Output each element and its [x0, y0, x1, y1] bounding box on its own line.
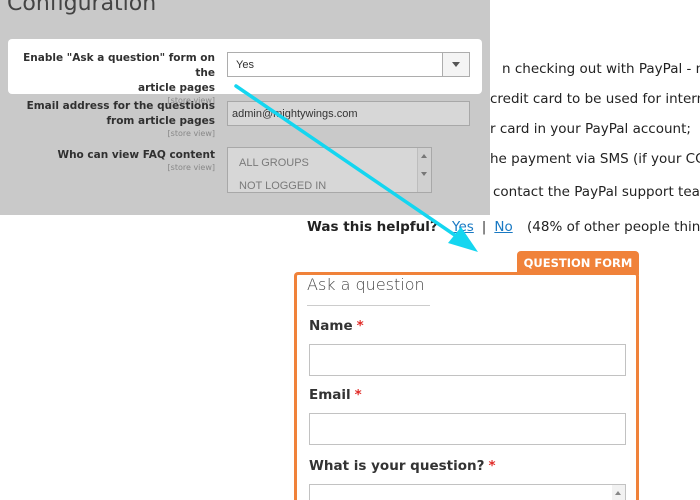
email-field-label: Email * — [309, 387, 362, 403]
scroll-up-icon[interactable] — [421, 154, 427, 158]
article-text-line: he payment via SMS (if your CC re — [490, 151, 700, 167]
heading-divider — [307, 305, 430, 306]
multiselect-option[interactable]: ALL GROUPS — [239, 157, 309, 169]
multiselect-option[interactable]: NOT LOGGED IN — [239, 180, 326, 192]
question-email-label: Email address for the questions from art… — [14, 99, 215, 138]
article-text-line: contact the PayPal support team — [493, 184, 700, 200]
email-field[interactable] — [309, 413, 626, 445]
scroll-up-icon[interactable] — [615, 491, 621, 495]
required-mark: * — [354, 387, 362, 403]
name-field[interactable] — [309, 344, 626, 376]
question-email-input[interactable]: admin@mightywings.com — [227, 101, 470, 126]
helpful-stat: (48% of other people think it — [527, 219, 700, 235]
config-title: Configuration — [7, 0, 157, 16]
name-field-label: Name * — [309, 318, 364, 334]
scope-label: [store view] — [167, 163, 215, 172]
select-value: Yes — [236, 59, 254, 71]
faq-visibility-label: Who can view FAQ content [store view] — [14, 148, 215, 172]
helpful-separator: | — [481, 219, 487, 235]
article-text-line: credit card to be used for interne — [490, 91, 700, 107]
helpful-prompt: Was this helpful? Yes | No (48% of other p… — [307, 219, 700, 235]
question-form-badge: QUESTION FORM — [517, 251, 639, 275]
helpful-yes-link[interactable]: Yes — [452, 219, 474, 235]
required-mark: * — [356, 318, 364, 334]
enable-question-form-label: Enable "Ask a question" form on the arti… — [14, 51, 215, 105]
textarea-scrollbar[interactable] — [612, 485, 625, 500]
helpful-no-link[interactable]: No — [494, 219, 512, 235]
helpful-label: Was this helpful? — [307, 219, 438, 235]
required-mark: * — [488, 458, 496, 474]
faq-visibility-multiselect[interactable]: ALL GROUPS NOT LOGGED IN — [227, 147, 432, 193]
question-textarea[interactable] — [309, 484, 626, 500]
multiselect-scrollbar[interactable] — [417, 148, 431, 192]
configuration-panel: Configuration Enable "Ask a question" fo… — [0, 0, 490, 215]
scope-label: [store view] — [167, 129, 215, 138]
chevron-down-icon[interactable] — [442, 53, 469, 76]
question-field-label: What is your question? * — [309, 458, 496, 474]
article-text-line: r card in your PayPal account; — [490, 121, 691, 137]
question-form-heading: Ask a question — [307, 275, 425, 294]
article-text-line: n checking out with PayPal - mak — [502, 61, 700, 77]
scroll-down-icon[interactable] — [421, 172, 427, 176]
enable-question-form-select[interactable]: Yes — [227, 52, 470, 77]
